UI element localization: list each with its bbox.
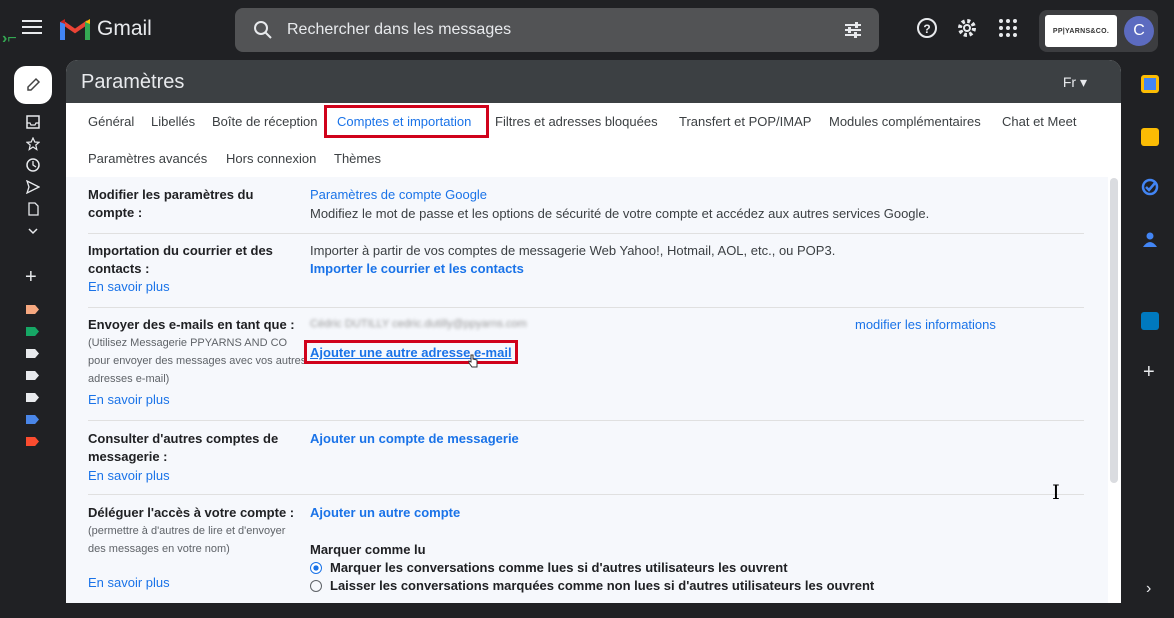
tab-chat-meet[interactable]: Chat et Meet [1002,114,1076,129]
label-tag-icon[interactable] [26,305,39,314]
section-label: Consulter d'autres comptes de messagerie… [88,431,279,464]
learn-more-link[interactable]: En savoir plus [88,468,170,483]
section-note: (permettre à d'autres de lire et d'envoy… [88,525,286,555]
hand-pointer-cursor-icon [468,354,478,368]
section-check-mail: Consulter d'autres comptes de messagerie… [88,421,1084,495]
tab-addons[interactable]: Modules complémentaires [829,114,981,129]
compose-button[interactable] [14,66,52,104]
radio-option-mark-read[interactable]: Marquer les conversations comme lues si … [310,560,788,575]
calendar-icon[interactable] [1141,75,1159,93]
account-switcher[interactable]: PP|YARNS&CO. C [1039,10,1158,52]
settings-content: Modifier les paramètres du compte : Para… [66,177,1108,603]
top-bar: ›⌐ Gmail ? [0,0,1174,60]
radio-selected-icon[interactable] [310,561,322,574]
tab-forwarding-pop-imap[interactable]: Transfert et POP/IMAP [679,114,811,129]
tab-labels[interactable]: Libellés [151,114,195,129]
pencil-icon [27,77,41,91]
scrollbar-thumb[interactable] [1110,178,1118,483]
sender-address-redacted: Cédric DUTILLY cedric.dutilly@ppyarns.co… [310,318,527,330]
settings-panel: Paramètres Fr ▾ Général Libellés Boîte d… [66,60,1121,603]
tab-accounts-and-import[interactable]: Comptes et importation [337,114,471,129]
sent-icon[interactable] [26,180,40,194]
gmail-logo-icon [60,19,90,40]
search-icon[interactable] [253,20,273,40]
radio-option-keep-unread[interactable]: Laisser les conversations marquées comme… [310,578,874,593]
settings-header: Paramètres Fr ▾ [66,60,1121,103]
learn-more-link[interactable]: En savoir plus [88,575,170,590]
tab-filters-blocked[interactable]: Filtres et adresses bloquées [495,114,658,129]
search-options-icon[interactable] [843,20,863,40]
settings-gear-icon[interactable] [955,16,979,40]
account-settings-description: Modifiez le mot de passe et les options … [310,206,930,221]
starred-icon[interactable] [26,137,40,151]
radio-unselected-icon[interactable] [310,579,322,592]
label-tag-icon[interactable] [26,415,39,424]
label-tag-icon[interactable] [26,393,39,402]
add-another-account-link[interactable]: Ajouter un autre compte [310,505,460,520]
add-another-address-link[interactable]: Ajouter une autre adresse e-mail [310,345,512,360]
section-send-as: Envoyer des e-mails en tant que : (Utili… [88,308,1084,421]
import-description: Importer à partir de vos comptes de mess… [310,243,836,258]
label-tag-icon[interactable] [26,327,39,336]
add-mail-account-link[interactable]: Ajouter un compte de messagerie [310,431,519,446]
trello-addon-icon[interactable] [1141,312,1159,330]
edit-info-link[interactable]: modifier les informations [855,317,996,332]
search-input[interactable] [287,8,827,52]
avatar[interactable]: C [1124,16,1154,46]
expand-side-panel-chevron-icon[interactable]: › [1146,580,1151,598]
radio-label: Laisser les conversations marquées comme… [330,578,875,593]
page-title: Paramètres [81,71,185,93]
tab-general[interactable]: Général [88,114,134,129]
cursor-mark-icon: ›⌐ [2,30,17,47]
section-account-settings: Modifier les paramètres du compte : Para… [88,177,1084,234]
contacts-icon[interactable] [1141,230,1159,248]
search-bar[interactable] [235,8,879,52]
tab-offline[interactable]: Hors connexion [226,151,316,166]
get-addons-plus-icon[interactable]: + [1143,361,1155,384]
create-label-plus-icon[interactable]: + [25,266,37,289]
learn-more-link[interactable]: En savoir plus [88,392,170,407]
label-tag-icon[interactable] [26,437,39,446]
label-tag-icon[interactable] [26,371,39,380]
tab-themes[interactable]: Thèmes [334,151,381,166]
more-chevron-down-icon[interactable] [26,224,40,238]
gmail-wordmark: Gmail [97,17,152,40]
text-cursor-icon: I [1052,480,1060,504]
google-account-settings-link[interactable]: Paramètres de compte Google [310,187,487,202]
main-menu-icon[interactable] [22,20,42,38]
mark-as-read-heading: Marquer comme lu [310,542,426,557]
help-icon[interactable]: ? [915,16,939,40]
snoozed-clock-icon[interactable] [26,158,40,172]
organization-logo: PP|YARNS&CO. [1045,15,1117,47]
section-import: Importation du courrier et des contacts … [88,234,1084,308]
keep-icon[interactable] [1141,128,1159,146]
inbox-icon[interactable] [26,115,40,129]
section-note: (Utilisez Messagerie PPYARNS AND CO pour… [88,337,307,385]
tab-advanced[interactable]: Paramètres avancés [88,151,207,166]
tasks-icon[interactable] [1141,178,1159,196]
drafts-icon[interactable] [26,202,40,216]
radio-label: Marquer les conversations comme lues si … [330,560,788,575]
input-tools-language-selector[interactable]: Fr ▾ [1063,74,1087,91]
settings-tabs: Général Libellés Boîte de réception Comp… [66,103,1121,177]
section-label: Envoyer des e-mails en tant que : [88,317,295,332]
learn-more-link[interactable]: En savoir plus [88,279,170,294]
import-mail-contacts-link[interactable]: Importer le courrier et les contacts [310,261,524,276]
section-delegate: Déléguer l'accès à votre compte : (perme… [88,495,1084,603]
section-label: Déléguer l'accès à votre compte : [88,505,295,520]
svg-text:?: ? [923,22,930,36]
tab-inbox[interactable]: Boîte de réception [212,114,318,129]
label-tag-icon[interactable] [26,349,39,358]
section-label: Modifier les paramètres du compte : [88,187,254,220]
apps-grid-icon[interactable] [996,16,1020,40]
section-label: Importation du courrier et des contacts … [88,243,273,276]
